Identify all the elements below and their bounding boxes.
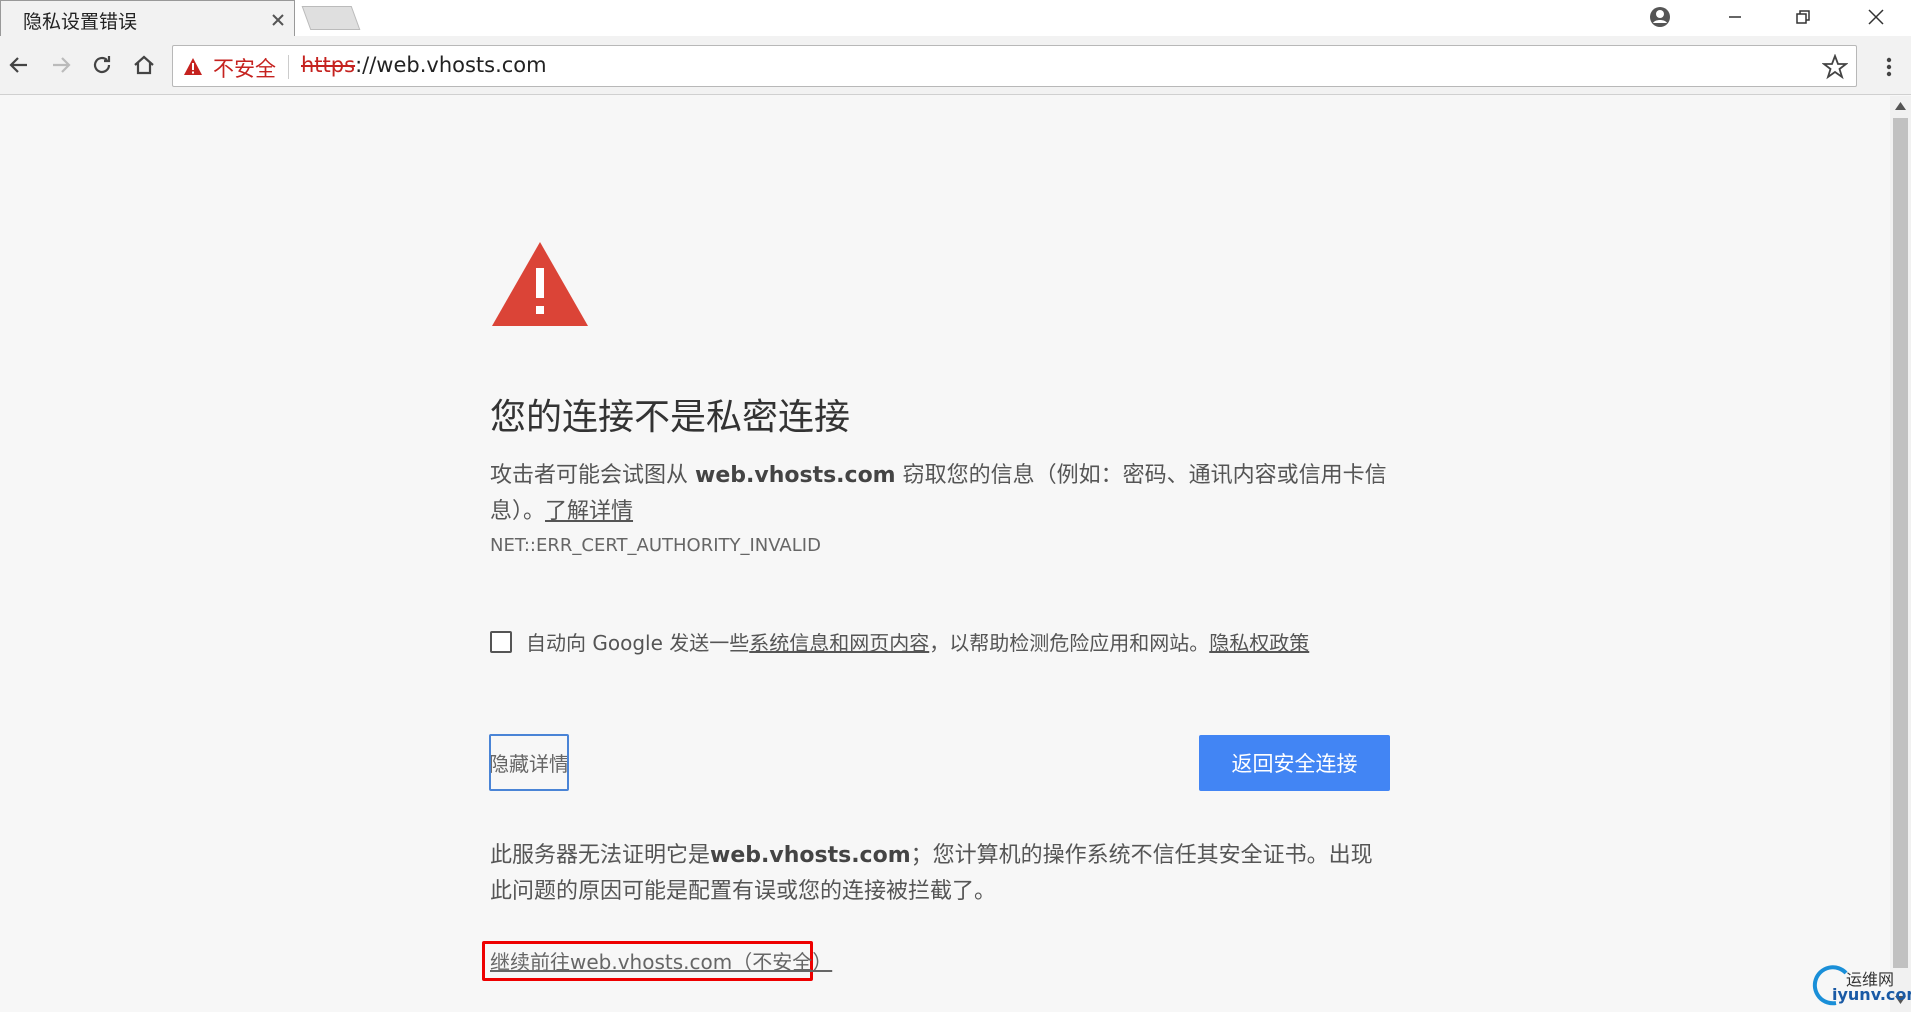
reload-icon xyxy=(93,56,111,74)
privacy-policy-link[interactable]: 隐私权政策 xyxy=(1209,627,1309,656)
address-bar[interactable]: 不安全 https://web.vhosts.com xyxy=(172,45,1857,87)
page-title: 您的连接不是私密连接 xyxy=(490,397,851,438)
minimize-button[interactable] xyxy=(1712,0,1758,34)
new-tab-button[interactable] xyxy=(301,6,361,30)
scrollbar[interactable] xyxy=(1890,96,1911,1012)
details-paragraph: 此服务器无法证明它是web.vhosts.com；您计算机的操作系统不信任其安全… xyxy=(490,838,1390,910)
kebab-menu-icon[interactable] xyxy=(1877,55,1901,79)
tab-strip: 隐私设置错误 xyxy=(0,0,1911,37)
scrollbar-thumb[interactable] xyxy=(1893,118,1908,968)
home-icon xyxy=(134,55,154,75)
restore-icon xyxy=(1796,10,1810,24)
details-text: 此服务器无法证明它是 xyxy=(490,843,711,868)
profile-icon xyxy=(1650,7,1670,27)
restore-button[interactable] xyxy=(1780,0,1826,34)
checkbox-label: 自动向 Google 发送一些 xyxy=(526,631,750,655)
extended-reporting-row: 自动向 Google 发送一些 系统信息和网页内容 ，以帮助检测危险应用和网站。 隐私… xyxy=(490,627,1309,656)
extended-reporting-checkbox[interactable] xyxy=(490,630,512,653)
explanation-paragraph: 攻击者可能会试图从 web.vhosts.com 窃取您的信息（例如：密码、通讯… xyxy=(490,458,1390,530)
error-code: NET::ERR_CERT_AUTHORITY_INVALID xyxy=(490,535,821,556)
learn-more-link[interactable]: 了解详情 xyxy=(545,499,633,524)
explanation-domain: web.vhosts.com xyxy=(695,463,896,488)
close-icon[interactable] xyxy=(268,10,288,30)
warning-icon[interactable] xyxy=(183,57,203,77)
watermark-domain: iyunv.com xyxy=(1832,985,1911,1004)
url-text[interactable]: https://web.vhosts.com xyxy=(301,53,547,77)
url-host: ://web.vhosts.com xyxy=(355,53,547,77)
proceed-unsafe-link[interactable]: 继续前往web.vhosts.com（不安全） xyxy=(490,946,832,975)
checkbox-label-mid: ，以帮助检测危险应用和网站。 xyxy=(929,631,1210,655)
system-info-link[interactable]: 系统信息和网页内容 xyxy=(749,627,929,656)
forward-button[interactable] xyxy=(46,50,76,80)
danger-triangle-icon xyxy=(492,242,588,326)
explanation-text: 攻击者可能会试图从 xyxy=(490,463,695,488)
back-button[interactable] xyxy=(4,50,34,80)
reload-button[interactable] xyxy=(87,50,117,80)
back-to-safety-button[interactable]: 返回安全连接 xyxy=(1199,735,1390,791)
tab-privacy-error[interactable]: 隐私设置错误 xyxy=(0,0,295,37)
details-domain: web.vhosts.com xyxy=(710,843,911,868)
close-window-button[interactable] xyxy=(1853,0,1899,34)
star-icon[interactable] xyxy=(1822,54,1848,80)
profile-button[interactable] xyxy=(1637,0,1683,34)
omnibox-divider xyxy=(288,55,289,79)
tab-title: 隐私设置错误 xyxy=(23,11,138,33)
home-button[interactable] xyxy=(129,50,159,80)
hide-details-button[interactable]: 隐藏详情 xyxy=(489,734,569,791)
scroll-up-arrow-icon[interactable] xyxy=(1895,102,1906,110)
minimize-icon xyxy=(1729,16,1741,18)
arrow-right-icon xyxy=(53,57,71,73)
arrow-left-icon xyxy=(9,57,27,73)
security-label[interactable]: 不安全 xyxy=(213,53,276,83)
close-window-icon xyxy=(1868,9,1884,25)
url-scheme: https xyxy=(301,53,356,77)
